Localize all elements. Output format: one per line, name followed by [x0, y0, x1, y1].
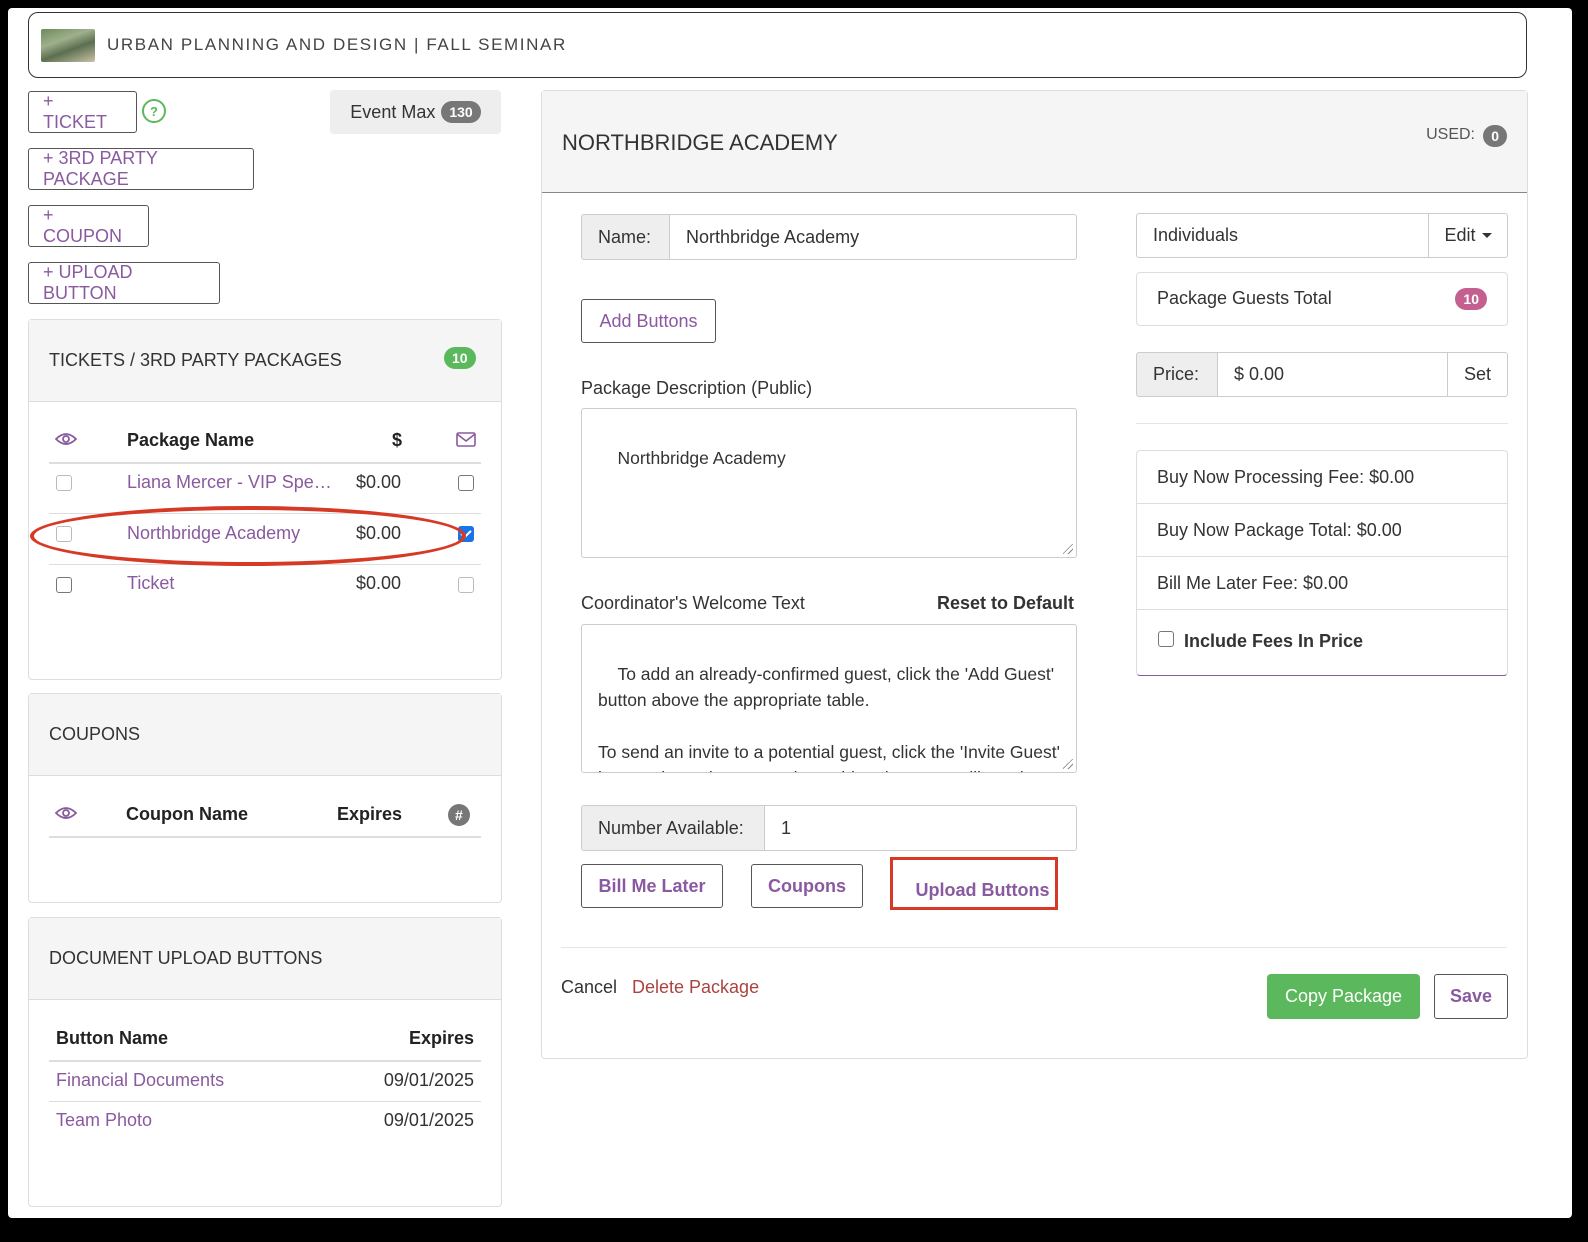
welcome-text: To add an already-confirmed guest, click… — [598, 664, 1060, 772]
row-email-checkbox[interactable] — [458, 475, 474, 491]
resize-grip-icon[interactable] — [1063, 759, 1073, 769]
tickets-count-badge: 10 — [444, 347, 476, 369]
used-badge: 0 — [1483, 125, 1507, 147]
add-upload-button[interactable]: + UPLOAD BUTTON — [28, 262, 220, 304]
tickets-panel-title: TICKETS / 3RD PARTY PACKAGES — [49, 350, 342, 370]
guests-total-badge: 10 — [1455, 288, 1487, 310]
delete-package-link[interactable]: Delete Package — [632, 977, 759, 998]
include-fees-checkbox[interactable] — [1158, 631, 1174, 647]
number-available-input[interactable]: 1 — [764, 805, 1077, 851]
add-buttons-button[interactable]: Add Buttons — [581, 299, 716, 343]
event-thumbnail — [41, 29, 95, 62]
upload-expires: 09/01/2025 — [383, 1070, 474, 1090]
package-link[interactable]: Liana Mercer - VIP Spe… — [127, 472, 332, 493]
event-header: URBAN PLANNING AND DESIGN | FALL SEMINAR — [28, 12, 1527, 78]
bill-me-later-button[interactable]: Bill Me Later — [581, 864, 723, 908]
cancel-link[interactable]: Cancel — [561, 977, 617, 998]
uploads-panel-title: DOCUMENT UPLOAD BUTTONS — [49, 948, 323, 968]
upload-button-link[interactable]: Team Photo — [56, 1110, 152, 1131]
description-textarea[interactable]: Northbridge Academy — [581, 408, 1077, 558]
add-3rd-party-package-button[interactable]: + 3RD PARTY PACKAGE — [28, 148, 254, 190]
event-max: Event Max 130 — [330, 90, 501, 134]
description-text: Northbridge Academy — [617, 448, 786, 468]
package-link[interactable]: Ticket — [127, 573, 174, 594]
event-max-badge: 130 — [441, 101, 481, 123]
visibility-eye-icon — [55, 807, 77, 819]
col-expires: Expires — [408, 1028, 474, 1048]
upload-expires: 09/01/2025 — [383, 1110, 474, 1130]
highlight-oval — [30, 506, 466, 566]
coupons-panel: COUPONS Coupon Name Expires # — [28, 693, 502, 903]
set-price-button[interactable]: Set — [1447, 352, 1508, 397]
coupons-panel-title: COUPONS — [49, 724, 141, 744]
welcome-text-label: Coordinator's Welcome Text — [581, 593, 805, 613]
event-max-label: Event Max — [350, 101, 436, 122]
help-icon[interactable]: ? — [142, 99, 166, 123]
processing-fee: Buy Now Processing Fee: $0.00 — [1137, 451, 1507, 504]
col-count-badge: # — [448, 804, 470, 826]
add-ticket-button[interactable]: + TICKET — [28, 91, 137, 133]
col-coupon-name: Coupon Name — [126, 804, 249, 824]
save-button[interactable]: Save — [1434, 974, 1508, 1019]
tickets-panel-header: TICKETS / 3RD PARTY PACKAGES 10 — [29, 320, 501, 402]
copy-package-button[interactable]: Copy Package — [1267, 974, 1420, 1019]
col-expires: Expires — [337, 804, 403, 824]
upload-button-link[interactable]: Financial Documents — [56, 1070, 224, 1091]
bill-me-later-fee: Bill Me Later Fee: $0.00 — [1137, 557, 1507, 610]
visibility-eye-icon — [55, 433, 77, 445]
guests-total-label: Package Guests Total — [1157, 288, 1332, 308]
price-label: Price: — [1136, 352, 1218, 397]
fees-box: Buy Now Processing Fee: $0.00 Buy Now Pa… — [1136, 450, 1508, 676]
col-price: $ — [392, 430, 403, 450]
package-total: Buy Now Package Total: $0.00 — [1137, 504, 1507, 557]
editor-header: NORTHBRIDGE ACADEMY USED: 0 — [542, 91, 1527, 193]
package-type-input[interactable]: Individuals — [1136, 213, 1429, 258]
reset-default-link[interactable]: Reset to Default — [937, 593, 1074, 614]
description-label: Package Description (Public) — [581, 378, 813, 398]
package-price: $0.00 — [356, 472, 402, 492]
guests-total-box: Package Guests Total 10 — [1136, 272, 1508, 326]
uploads-panel-header: DOCUMENT UPLOAD BUTTONS — [29, 918, 501, 1000]
resize-grip-icon[interactable] — [1063, 544, 1073, 554]
name-label: Name: — [581, 214, 670, 260]
row-email-checkbox[interactable] — [458, 577, 474, 593]
price-input[interactable]: $ 0.00 — [1217, 352, 1448, 397]
add-coupon-button[interactable]: + COUPON — [28, 205, 149, 247]
tickets-panel: TICKETS / 3RD PARTY PACKAGES 10 Package … — [28, 319, 502, 680]
editor-title: NORTHBRIDGE ACADEMY — [562, 130, 838, 155]
upload-buttons-panel: DOCUMENT UPLOAD BUTTONS Button Name Expi… — [28, 917, 502, 1207]
col-package-name: Package Name — [127, 430, 255, 450]
edit-dropdown-button[interactable]: Edit — [1428, 213, 1508, 258]
row-visible-checkbox[interactable] — [56, 475, 72, 491]
welcome-textarea[interactable]: To add an already-confirmed guest, click… — [581, 624, 1077, 773]
col-button-name: Button Name — [56, 1028, 168, 1048]
email-envelope-icon — [456, 432, 476, 447]
highlight-rectangle — [890, 857, 1058, 910]
caret-down-icon — [1481, 233, 1492, 238]
name-input[interactable]: Northbridge Academy — [669, 214, 1077, 260]
used-label: USED: — [1426, 126, 1475, 143]
package-price: $0.00 — [356, 573, 402, 593]
number-available-label: Number Available: — [581, 805, 765, 851]
event-title: URBAN PLANNING AND DESIGN | FALL SEMINAR — [107, 35, 567, 54]
coupons-button[interactable]: Coupons — [751, 864, 863, 908]
coupons-panel-header: COUPONS — [29, 694, 501, 776]
row-visible-checkbox[interactable] — [56, 577, 72, 593]
edit-label: Edit — [1444, 225, 1476, 245]
include-fees-label: Include Fees In Price — [1184, 631, 1364, 651]
